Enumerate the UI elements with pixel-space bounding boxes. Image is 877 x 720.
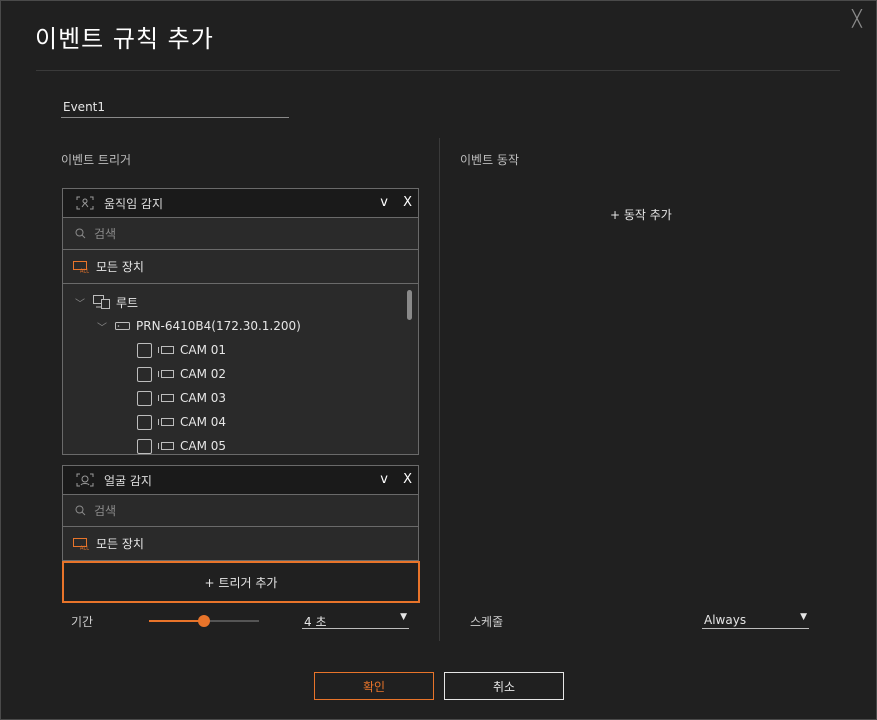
device-tree: ﹀ 루트 ﹀ PRN-6410B4(172.30.1.200) CAM 01 C…: [63, 284, 418, 454]
cancel-button[interactable]: 취소: [444, 672, 564, 700]
tree-node-camera[interactable]: CAM 01: [137, 340, 226, 360]
camera-label: CAM 05: [180, 439, 227, 453]
tree-node-device[interactable]: ﹀ PRN-6410B4(172.30.1.200): [97, 316, 301, 336]
add-action-button[interactable]: + 동작 추가: [610, 206, 672, 223]
svg-text:ALL: ALL: [80, 545, 89, 550]
event-rule-dialog: 이벤트 규칙 추가 ╳ 이벤트 트리거 움직임 감지 v X: [0, 0, 877, 720]
dropdown-arrow-icon: ▼: [400, 612, 407, 622]
face-detection-icon: [76, 473, 94, 487]
duration-select[interactable]: 4 초 ▼: [302, 612, 409, 629]
all-devices-row[interactable]: ALL 모든 장치: [63, 250, 418, 284]
root-group-icon: [93, 295, 110, 309]
all-devices-label: 모든 장치: [96, 260, 144, 274]
search-icon: [75, 228, 86, 239]
camera-checkbox[interactable]: [137, 366, 152, 382]
confirm-button[interactable]: 확인: [314, 672, 434, 700]
trigger-card-face: 얼굴 감지 v X ALL 모든 장치: [62, 465, 419, 561]
chevron-down-icon[interactable]: v: [380, 472, 388, 487]
camera-icon: [158, 418, 174, 426]
column-divider: [439, 138, 440, 641]
nvr-device-icon: [115, 322, 130, 330]
tree-node-camera[interactable]: CAM 05: [137, 436, 226, 454]
schedule-label: 스케줄: [470, 615, 504, 629]
search-input[interactable]: [94, 503, 374, 518]
tree-node-camera[interactable]: CAM 04: [137, 412, 226, 432]
camera-checkbox[interactable]: [137, 342, 152, 358]
trigger-section-label: 이벤트 트리거: [61, 153, 132, 167]
camera-icon: [158, 346, 174, 354]
all-devices-row[interactable]: ALL 모든 장치: [63, 527, 418, 561]
motion-detection-icon: [76, 196, 94, 210]
camera-label: CAM 04: [180, 415, 227, 429]
dialog-title: 이벤트 규칙 추가: [35, 25, 214, 53]
chevron-down-icon[interactable]: ﹀: [75, 295, 87, 310]
camera-checkbox[interactable]: [137, 390, 152, 406]
remove-trigger-button[interactable]: X: [403, 195, 412, 210]
schedule-value: Always: [704, 613, 747, 627]
trigger-card-motion: 움직임 감지 v X ALL 모든 장치 ﹀: [62, 188, 419, 455]
search-icon: [75, 505, 86, 516]
duration-slider[interactable]: [149, 615, 259, 627]
duration-label: 기간: [71, 615, 94, 629]
svg-text:ALL: ALL: [80, 268, 89, 273]
schedule-select[interactable]: Always ▼: [702, 612, 809, 629]
all-devices-label: 모든 장치: [96, 537, 144, 551]
remove-trigger-button[interactable]: X: [403, 472, 412, 487]
device-search: [63, 495, 418, 527]
search-input[interactable]: [94, 226, 374, 241]
camera-label: CAM 02: [180, 367, 227, 381]
slider-fill: [149, 620, 204, 622]
title-divider: [36, 70, 840, 71]
trigger-list[interactable]: 움직임 감지 v X ALL 모든 장치 ﹀: [62, 188, 419, 561]
chevron-down-icon[interactable]: ﹀: [97, 319, 109, 334]
camera-icon: [158, 370, 174, 378]
camera-checkbox[interactable]: [137, 438, 152, 454]
trigger-card-header[interactable]: 움직임 감지 v X: [63, 189, 418, 218]
tree-device-label: PRN-6410B4(172.30.1.200): [136, 319, 301, 333]
add-trigger-button[interactable]: + 트리거 추가: [62, 561, 420, 603]
camera-label: CAM 03: [180, 391, 227, 405]
all-devices-icon: ALL: [73, 260, 89, 273]
dropdown-arrow-icon: ▼: [800, 612, 807, 622]
trigger-type-label: 움직임 감지: [104, 196, 164, 211]
event-name-input[interactable]: [61, 97, 289, 118]
close-icon[interactable]: ╳: [848, 10, 866, 28]
tree-root-label: 루트: [116, 295, 139, 310]
tree-node-camera[interactable]: CAM 02: [137, 364, 226, 384]
duration-value: 4 초: [304, 615, 327, 629]
trigger-type-label: 얼굴 감지: [104, 473, 152, 488]
camera-label: CAM 01: [180, 343, 227, 357]
camera-checkbox[interactable]: [137, 414, 152, 430]
action-section-label: 이벤트 동작: [460, 153, 520, 167]
device-search: [63, 218, 418, 250]
tree-scrollbar[interactable]: [407, 290, 412, 320]
camera-icon: [158, 442, 174, 450]
trigger-card-header[interactable]: 얼굴 감지 v X: [63, 466, 418, 495]
all-devices-icon: ALL: [73, 537, 89, 550]
chevron-down-icon[interactable]: v: [380, 195, 388, 210]
camera-icon: [158, 394, 174, 402]
tree-node-root[interactable]: ﹀ 루트: [75, 292, 138, 312]
slider-handle[interactable]: [198, 615, 210, 627]
tree-node-camera[interactable]: CAM 03: [137, 388, 226, 408]
